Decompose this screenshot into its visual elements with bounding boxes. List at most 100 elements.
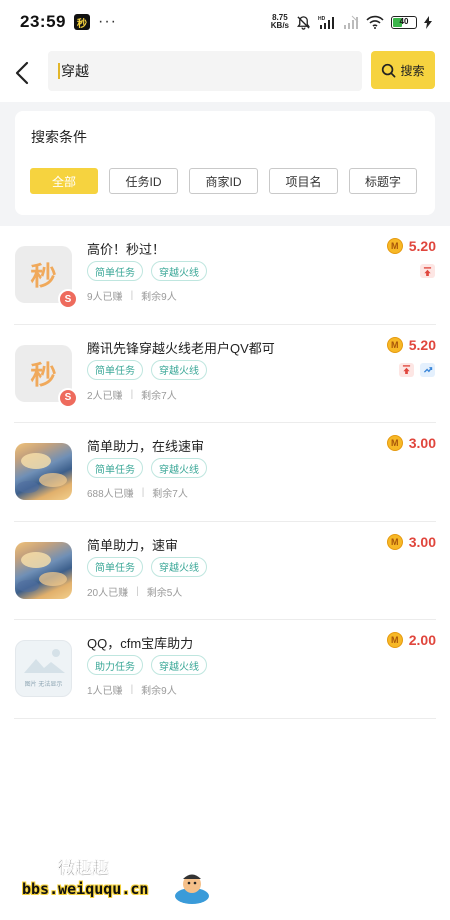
charging-bolt-icon — [424, 15, 432, 29]
task-meta: 1人已赚 | 剩余9人 — [87, 684, 177, 697]
task-meta: 9人已赚 | 剩余9人 — [87, 290, 177, 303]
status-bar: 23:59 秒 ··· 8.75 KB/s HD 40 — [0, 0, 450, 44]
coin-icon: M — [386, 238, 403, 254]
back-button[interactable] — [0, 51, 44, 95]
task-meta: 20人已赚 | 剩余5人 — [87, 585, 183, 599]
filter-card: 搜索条件 全部 任务ID 商家ID 项目名 标题字 — [15, 111, 435, 215]
pin-top-icon — [420, 264, 435, 278]
shield-badge-icon: S — [58, 289, 78, 309]
chip-merchant-id[interactable]: 商家ID — [189, 168, 258, 194]
search-button[interactable]: 搜索 — [371, 51, 435, 89]
task-tag: 穿越火线 — [151, 359, 207, 380]
task-tags: 简单任务 穿越火线 — [87, 359, 207, 380]
task-reward: M 3.00 — [386, 533, 436, 550]
task-tag: 穿越火线 — [151, 261, 207, 281]
search-button-label: 搜索 — [400, 63, 425, 78]
status-time: 23:59 — [20, 12, 66, 31]
task-remaining-count: 剩余9人 — [141, 686, 177, 697]
reward-value: 5.20 — [408, 336, 436, 353]
task-row[interactable]: 简单助力，速审 简单任务 穿越火线 20人已赚 | 剩余5人 M 3.00 — [14, 522, 436, 620]
status-indicators: 8.75 KB/s HD 40 — [271, 14, 432, 30]
task-tags: 助力任务 穿越火线 — [87, 655, 207, 675]
task-earned-count: 2人已赚 — [87, 390, 123, 402]
reward-value: 3.00 — [408, 435, 436, 451]
task-thumbnail — [15, 443, 72, 500]
task-reward: M 2.00 — [386, 632, 436, 648]
task-reward: M 3.00 — [386, 435, 436, 451]
task-row[interactable]: 秒 S 腾讯先锋穿越火线老用户QV都可 简单任务 穿越火线 2人已赚 | 剩余7… — [14, 325, 436, 423]
chip-task-id[interactable]: 任务ID — [109, 168, 178, 194]
chevron-left-icon — [15, 61, 29, 85]
task-tag: 穿越火线 — [151, 458, 207, 478]
signal-hd-icon: HD — [318, 15, 336, 29]
task-tag: 简单任务 — [87, 359, 143, 380]
mascot-icon — [175, 874, 209, 904]
task-flags — [420, 264, 435, 278]
task-remaining-count: 剩余5人 — [146, 587, 183, 599]
filter-title: 搜索条件 — [31, 129, 87, 145]
task-tags: 简单任务 穿越火线 — [87, 458, 207, 478]
task-earned-count: 688人已赚 — [87, 489, 134, 500]
network-speed: 8.75 KB/s — [270, 13, 289, 30]
task-tag: 简单任务 — [87, 261, 143, 281]
task-tag: 穿越火线 — [151, 556, 207, 577]
task-title: QQ，cfm宝库助力 — [87, 636, 194, 651]
task-thumbnail — [15, 541, 72, 599]
task-row[interactable]: 图片 无法显示 QQ，cfm宝库助力 助力任务 穿越火线 1人已赚 | 剩余9人… — [14, 620, 436, 719]
watermark-url: bbs.weiququ.cn — [22, 880, 149, 898]
task-title: 腾讯先锋穿越火线老用户QV都可 — [87, 340, 275, 356]
task-remaining-count: 剩余9人 — [141, 292, 177, 303]
task-tag: 穿越火线 — [151, 655, 207, 675]
search-icon — [382, 63, 396, 77]
reward-value: 2.00 — [408, 632, 436, 648]
coin-icon: M — [386, 336, 403, 353]
filter-chips: 全部 任务ID 商家ID 项目名 标题字 — [30, 168, 417, 194]
shield-badge-icon: S — [58, 387, 78, 408]
text-cursor — [58, 63, 60, 79]
task-tag: 助力任务 — [87, 655, 143, 675]
svg-text:HD: HD — [318, 16, 326, 22]
task-tags: 简单任务 穿越火线 — [87, 261, 207, 281]
coin-icon: M — [386, 632, 403, 648]
task-reward: M 5.20 — [386, 336, 436, 353]
task-remaining-count: 剩余7人 — [152, 489, 188, 500]
task-meta: 2人已赚 | 剩余7人 — [87, 388, 177, 402]
task-earned-count: 20人已赚 — [87, 587, 129, 599]
task-reward: M 5.20 — [386, 238, 436, 254]
task-flags — [399, 362, 435, 377]
task-title: 简单助力，在线速审 — [87, 439, 205, 454]
app-notification-icon: 秒 — [73, 14, 90, 30]
reward-value: 3.00 — [408, 533, 436, 550]
signal-weak-icon — [343, 15, 359, 29]
pin-top-icon — [399, 362, 414, 377]
task-row[interactable]: 秒 S 高价！秒过！ 简单任务 穿越火线 9人已赚 | 剩余9人 M 5.20 — [14, 226, 436, 325]
task-title: 简单助力，速审 — [87, 537, 179, 553]
chip-project-name[interactable]: 项目名 — [269, 168, 338, 194]
search-input-value: 穿越 — [61, 63, 89, 79]
task-tag: 简单任务 — [87, 556, 143, 577]
watermark: 微趣趣 bbs.weiququ.cn — [22, 848, 222, 908]
watermark-title: 微趣趣 — [58, 859, 109, 878]
task-remaining-count: 剩余7人 — [141, 390, 177, 402]
coin-icon: M — [386, 533, 403, 550]
image-placeholder-icon: 图片 无法显示 — [15, 640, 72, 697]
trend-up-icon — [420, 362, 435, 377]
task-row[interactable]: 简单助力，在线速审 简单任务 穿越火线 688人已赚 | 剩余7人 M 3.00 — [14, 423, 436, 522]
task-meta: 688人已赚 | 剩余7人 — [87, 487, 188, 500]
chip-all[interactable]: 全部 — [30, 168, 98, 194]
wifi-icon — [366, 15, 384, 29]
search-input[interactable]: 穿越 — [48, 51, 362, 91]
coin-icon: M — [386, 435, 403, 451]
task-tag: 简单任务 — [87, 458, 143, 478]
search-header: 穿越 搜索 — [0, 44, 450, 102]
more-notifications-icon: ··· — [97, 13, 117, 30]
mute-bell-icon — [296, 15, 311, 30]
task-title: 高价！秒过！ — [87, 242, 166, 257]
chip-title-word[interactable]: 标题字 — [349, 168, 417, 194]
task-list: 秒 S 高价！秒过！ 简单任务 穿越火线 9人已赚 | 剩余9人 M 5.20 … — [0, 226, 450, 719]
battery-icon: 40 — [391, 15, 417, 29]
task-earned-count: 1人已赚 — [87, 686, 123, 697]
reward-value: 5.20 — [408, 238, 436, 254]
task-earned-count: 9人已赚 — [87, 292, 123, 303]
task-tags: 简单任务 穿越火线 — [87, 556, 207, 577]
